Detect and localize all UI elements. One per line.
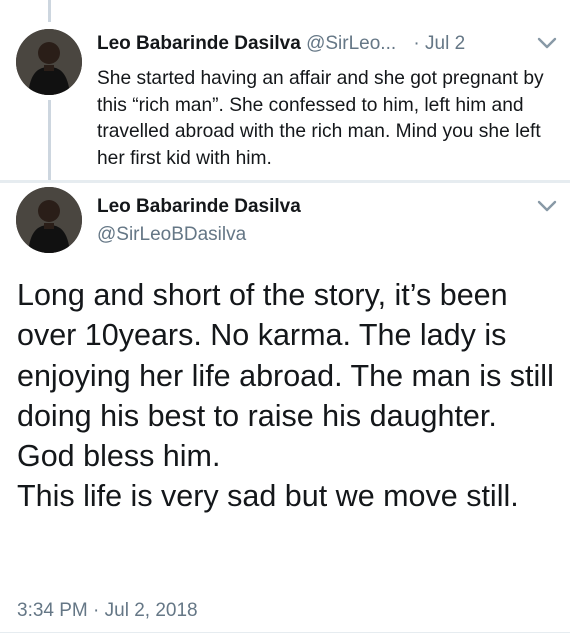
bottom-divider — [0, 632, 570, 633]
main-avatar[interactable] — [16, 187, 82, 253]
main-display-name[interactable]: Leo Babarinde Dasilva — [97, 196, 301, 218]
reply-display-name[interactable]: Leo Babarinde Dasilva — [97, 33, 301, 54]
tweet-divider — [0, 180, 570, 183]
chevron-down-icon[interactable] — [536, 36, 558, 50]
reply-separator: · — [413, 33, 420, 54]
reply-tweet-text: She started having an affair and she got… — [97, 68, 544, 169]
main-handle[interactable]: @SirLeoBDasilva — [97, 224, 246, 246]
tweet-timestamp[interactable]: 3:34 PM · Jul 2, 2018 — [17, 600, 198, 622]
main-tweet-text: Long and short of the story, it’s been o… — [17, 278, 554, 514]
thread-line-top — [48, 0, 51, 22]
reply-handle[interactable]: @SirLeo... — [306, 33, 396, 54]
chevron-down-icon[interactable] — [536, 199, 558, 213]
reply-avatar[interactable] — [16, 29, 82, 95]
reply-date[interactable]: Jul 2 — [425, 33, 465, 54]
thread-line-bottom — [48, 100, 51, 180]
reply-author[interactable]: Leo Babarinde Dasilva @SirLeo... · Jul 2 — [97, 33, 465, 55]
